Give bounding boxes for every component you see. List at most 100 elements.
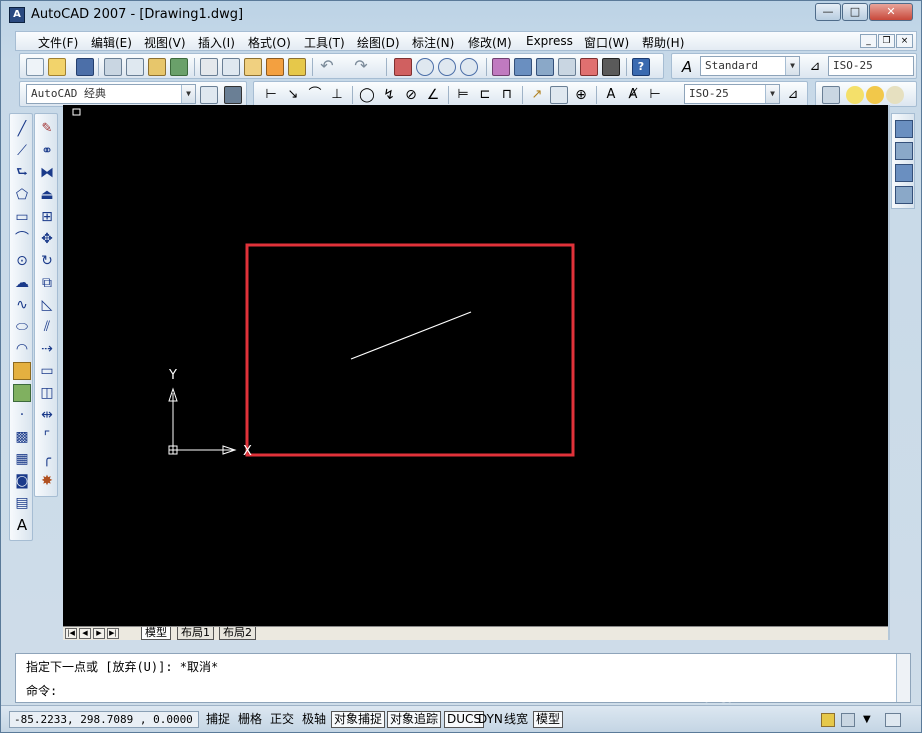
lock-icon[interactable]: [821, 713, 835, 727]
maximize-button[interactable]: □: [842, 3, 868, 21]
jogged-dimension-icon[interactable]: ↯: [380, 86, 398, 104]
last-tab-button[interactable]: ▶|: [107, 628, 119, 639]
osnap-toggle[interactable]: 对象捕捉: [331, 711, 386, 728]
linear-dimension-icon[interactable]: ⊢: [262, 86, 280, 104]
menu-file[interactable]: 文件(F): [38, 34, 78, 51]
dimension-style-select-2[interactable]: ISO-25 ▼: [684, 84, 780, 104]
open-file-icon[interactable]: [48, 58, 66, 76]
match-properties-icon[interactable]: [266, 58, 284, 76]
chevron-down-icon[interactable]: ▼: [181, 85, 195, 103]
menu-tools[interactable]: 工具(T): [304, 34, 345, 51]
dimension-style-manager-icon[interactable]: ⊿: [784, 86, 802, 104]
title-bar[interactable]: A AutoCAD 2007 - [Drawing1.dwg] — □ ✕: [1, 1, 921, 31]
break-at-point-icon[interactable]: ▭: [38, 362, 56, 380]
rectangle-icon[interactable]: ▭: [13, 208, 31, 226]
drawing-canvas[interactable]: Y X: [63, 105, 888, 626]
pan-icon[interactable]: [394, 58, 412, 76]
menu-dimension[interactable]: 标注(N): [412, 34, 454, 51]
erase-icon[interactable]: ✎: [38, 120, 56, 138]
table-icon[interactable]: ▤: [13, 494, 31, 512]
rotate-icon[interactable]: ↻: [38, 252, 56, 270]
block-editor-icon[interactable]: [288, 58, 306, 76]
multiline-text-icon[interactable]: A: [13, 516, 31, 534]
design-center-icon[interactable]: [514, 58, 532, 76]
print-icon[interactable]: [104, 58, 122, 76]
grid-toggle[interactable]: 栅格: [235, 711, 265, 728]
close-button[interactable]: ✕: [869, 3, 913, 21]
otrack-toggle[interactable]: 对象追踪: [387, 711, 442, 728]
dimension-update-icon[interactable]: ⊢: [646, 86, 664, 104]
publish-icon[interactable]: [148, 58, 166, 76]
polyline-icon[interactable]: ⮑: [13, 164, 31, 182]
sheet-set-icon[interactable]: [558, 58, 576, 76]
layer-lock-icon[interactable]: [886, 86, 904, 104]
tab-layout1[interactable]: 布局1: [177, 627, 214, 640]
dimension-style-select[interactable]: ISO-25: [828, 56, 914, 76]
construction-line-icon[interactable]: ⟋: [13, 142, 31, 160]
minimize-button[interactable]: —: [815, 3, 841, 21]
model-space-toggle[interactable]: 模型: [533, 711, 564, 728]
ortho-toggle[interactable]: 正交: [267, 711, 297, 728]
make-block-icon[interactable]: [13, 384, 31, 402]
line-icon[interactable]: ╱: [13, 120, 31, 138]
gradient-icon[interactable]: ▦: [13, 450, 31, 468]
communication-center-icon[interactable]: [841, 713, 855, 727]
menu-edit[interactable]: 编辑(E): [91, 34, 132, 51]
fillet-icon[interactable]: ╭: [38, 450, 56, 468]
aligned-dimension-icon[interactable]: ↘: [284, 86, 302, 104]
copy-icon[interactable]: [222, 58, 240, 76]
dimension-style-icon[interactable]: ⊿: [806, 58, 824, 76]
workspace-settings-icon[interactable]: [200, 86, 218, 104]
cut-icon[interactable]: [200, 58, 218, 76]
mirror-icon[interactable]: ⧓: [38, 164, 56, 182]
text-style-icon[interactable]: A: [678, 58, 696, 76]
zoom-window-icon[interactable]: [438, 58, 456, 76]
clean-screen-icon[interactable]: [885, 713, 901, 727]
command-prompt[interactable]: 命令:: [26, 682, 57, 699]
mdi-close-button[interactable]: ×: [896, 34, 913, 48]
print-preview-icon[interactable]: [126, 58, 144, 76]
break-icon[interactable]: ◫: [38, 384, 56, 402]
circle-icon[interactable]: ⊙: [13, 252, 31, 270]
help-icon[interactable]: ?: [632, 58, 650, 76]
dimension-text-edit-icon[interactable]: Ⱥ: [624, 86, 642, 104]
save-workspace-icon[interactable]: [224, 86, 242, 104]
menu-modify[interactable]: 修改(M): [468, 34, 512, 51]
ellipse-arc-icon[interactable]: ◠: [13, 340, 31, 358]
radius-dimension-icon[interactable]: ◯: [358, 86, 376, 104]
bring-to-front-icon[interactable]: [895, 120, 913, 138]
mdi-minimize-button[interactable]: _: [860, 34, 877, 48]
array-icon[interactable]: ⊞: [38, 208, 56, 226]
menu-draw[interactable]: 绘图(D): [357, 34, 400, 51]
offset-icon[interactable]: ⏏: [38, 186, 56, 204]
diameter-dimension-icon[interactable]: ⊘: [402, 86, 420, 104]
drawn-line[interactable]: [350, 311, 472, 360]
trim-icon[interactable]: ⫽: [38, 318, 56, 336]
arc-icon[interactable]: ⌒: [13, 230, 31, 248]
calculator-icon[interactable]: [602, 58, 620, 76]
drawing-area[interactable]: Y X: [63, 105, 888, 626]
command-scrollbar[interactable]: [896, 654, 910, 702]
bring-above-icon[interactable]: [895, 164, 913, 182]
layer-on-icon[interactable]: [846, 86, 864, 104]
next-tab-button[interactable]: ▶: [93, 628, 105, 639]
snap-toggle[interactable]: 捕捉: [203, 711, 233, 728]
join-icon[interactable]: ⇹: [38, 406, 56, 424]
menu-express[interactable]: Express: [526, 34, 573, 48]
chevron-down-icon[interactable]: ▼: [785, 57, 799, 75]
explode-icon[interactable]: ✸: [38, 472, 56, 490]
tolerance-icon[interactable]: [550, 86, 568, 104]
dimension-edit-icon[interactable]: A: [602, 86, 620, 104]
prev-tab-button[interactable]: ◀: [79, 628, 91, 639]
point-icon[interactable]: ·: [13, 406, 31, 424]
region-icon[interactable]: ◙: [13, 472, 31, 490]
layer-manager-icon[interactable]: [822, 86, 840, 104]
properties-icon[interactable]: [492, 58, 510, 76]
quick-leader-icon[interactable]: ↗: [528, 86, 546, 104]
menu-window[interactable]: 窗口(W): [584, 34, 629, 51]
copy-object-icon[interactable]: ⚭: [38, 142, 56, 160]
first-tab-button[interactable]: |◀: [65, 628, 77, 639]
menu-help[interactable]: 帮助(H): [642, 34, 684, 51]
menu-insert[interactable]: 插入(I): [198, 34, 235, 51]
angular-dimension-icon[interactable]: ∠: [424, 86, 442, 104]
